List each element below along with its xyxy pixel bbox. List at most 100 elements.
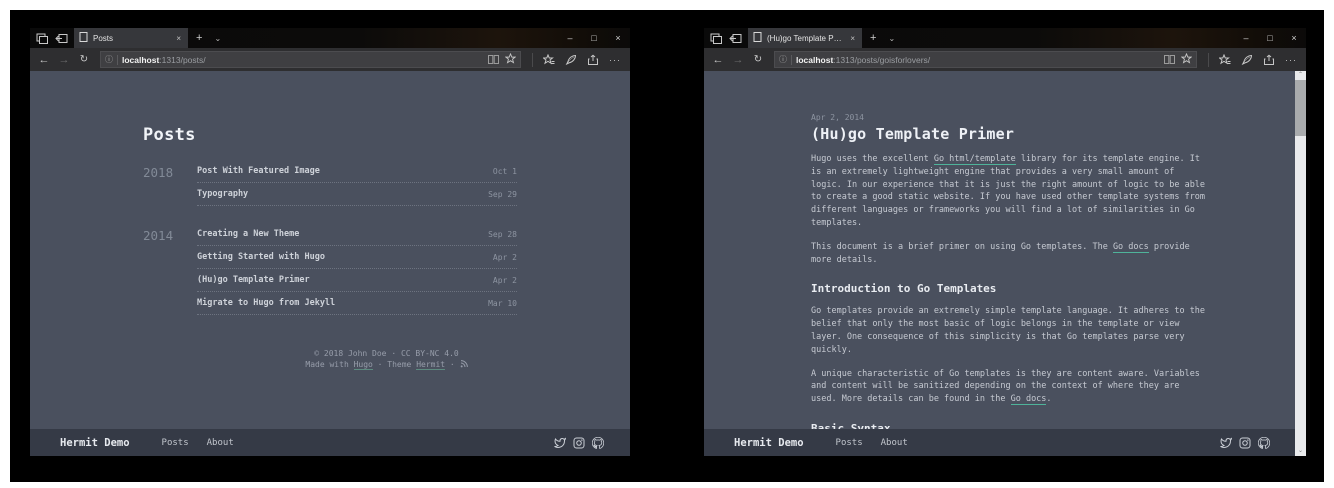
madewith-end: · (445, 360, 455, 369)
browser-tab[interactable]: Posts × (74, 28, 188, 48)
nav-link-about[interactable]: About (207, 438, 234, 448)
page-favicon (79, 32, 88, 44)
section-heading-basic-syntax: Basic Syntax (811, 422, 1207, 429)
go-html-template-link[interactable]: Go html/template (934, 154, 1016, 165)
tab-preview-chevron-icon[interactable]: ⌄ (884, 28, 899, 48)
forward-button[interactable]: → (56, 54, 72, 66)
urlbar-trailing-icons (1164, 51, 1192, 69)
set-tabs-aside-icon[interactable] (55, 33, 68, 44)
share-icon[interactable] (584, 54, 602, 66)
settings-more-icon[interactable]: ··· (606, 55, 624, 65)
toolbar-divider (532, 53, 533, 67)
url-text[interactable]: localhost:1313/posts/ (122, 55, 484, 65)
nav-link-posts[interactable]: Posts (162, 438, 189, 448)
post-date: Oct 1 (493, 167, 517, 176)
refresh-button[interactable]: ↻ (76, 54, 92, 65)
favorite-star-icon[interactable] (1181, 51, 1192, 69)
twitter-icon[interactable] (1220, 437, 1232, 449)
maximize-button[interactable]: □ (582, 28, 606, 48)
post-row[interactable]: Post With Featured Image Oct 1 (197, 160, 517, 183)
scroll-down-icon[interactable]: ⌄ (1298, 447, 1303, 456)
url-path: :1313/posts/goisforlovers/ (833, 55, 930, 65)
toolbar-divider (1208, 53, 1209, 67)
address-bar[interactable]: ⓘ localhost:1313/posts/ (100, 51, 521, 68)
forward-button[interactable]: → (730, 54, 746, 66)
scrollbar-track[interactable] (1295, 80, 1306, 447)
tabs-aside-list-icon[interactable] (36, 33, 48, 44)
post-link[interactable]: Post With Featured Image (197, 166, 320, 176)
close-button[interactable]: × (606, 28, 630, 48)
web-notes-feather-icon[interactable] (1238, 54, 1256, 66)
reading-view-icon[interactable] (1164, 51, 1175, 69)
post-group-2014: 2014 Creating a New Theme Sep 28 Getting… (143, 223, 517, 315)
settings-more-icon[interactable]: ··· (1282, 55, 1300, 65)
post-group-2018: 2018 Post With Featured Image Oct 1 Typo… (143, 160, 517, 206)
article-title: (Hu)go Template Primer (811, 125, 1207, 143)
new-tab-button[interactable]: + (862, 28, 884, 48)
hermit-link[interactable]: Hermit (416, 360, 445, 370)
go-docs-link[interactable]: Go docs (1113, 242, 1149, 253)
hub-favorites-icon[interactable] (1216, 54, 1234, 66)
post-link[interactable]: Getting Started with Hugo (197, 252, 325, 262)
post-link[interactable]: (Hu)go Template Primer (197, 275, 310, 285)
twitter-icon[interactable] (554, 437, 566, 449)
site-brand[interactable]: Hermit Demo (60, 437, 130, 449)
tabs-aside-list-icon[interactable] (710, 33, 722, 44)
url-text[interactable]: localhost:1313/posts/goisforlovers/ (796, 55, 1160, 65)
browser-tab[interactable]: (Hu)go Template Primer × (748, 28, 862, 48)
urlbar-trailing-icons (488, 51, 516, 69)
site-info-icon[interactable]: ⓘ (105, 54, 113, 65)
hugo-link[interactable]: Hugo (354, 360, 373, 370)
instagram-icon[interactable] (573, 437, 585, 449)
back-button[interactable]: ← (710, 54, 726, 66)
go-docs-link[interactable]: Go docs (1011, 394, 1047, 405)
hub-favorites-icon[interactable] (540, 54, 558, 66)
tab-preview-chevron-icon[interactable]: ⌄ (210, 28, 225, 48)
reading-view-icon[interactable] (488, 51, 499, 69)
post-row[interactable]: Creating a New Theme Sep 28 (197, 223, 517, 246)
tab-bar: (Hu)go Template Primer × + ⌄ – □ × (704, 28, 1306, 48)
screenshot-stage: Posts × + ⌄ – □ × ← → ↻ ⓘ localhost:1313… (0, 0, 1334, 488)
post-link[interactable]: Migrate to Hugo from Jekyll (197, 298, 335, 308)
post-date: Apr 2 (493, 253, 517, 262)
minimize-button[interactable]: – (558, 28, 582, 48)
titlebar-drag-area (899, 28, 1234, 48)
nav-link-posts[interactable]: Posts (836, 438, 863, 448)
favorite-star-icon[interactable] (505, 51, 516, 69)
scroll-up-icon[interactable]: ⌃ (1298, 71, 1303, 80)
close-button[interactable]: × (1282, 28, 1306, 48)
nav-link-about[interactable]: About (881, 438, 908, 448)
minimize-button[interactable]: – (1234, 28, 1258, 48)
share-icon[interactable] (1260, 54, 1278, 66)
urlbar-divider (791, 55, 792, 65)
text-segment: Hugo uses the excellent (811, 154, 934, 164)
site-info-icon[interactable]: ⓘ (779, 54, 787, 65)
tab-bar-leading-icons (704, 28, 748, 48)
new-tab-button[interactable]: + (188, 28, 210, 48)
instagram-icon[interactable] (1239, 437, 1251, 449)
back-button[interactable]: ← (36, 54, 52, 66)
github-icon[interactable] (592, 437, 604, 449)
tab-close-icon[interactable]: × (848, 34, 857, 43)
rss-icon[interactable] (460, 360, 468, 371)
tab-close-icon[interactable]: × (174, 34, 183, 43)
github-icon[interactable] (1258, 437, 1270, 449)
site-brand[interactable]: Hermit Demo (734, 437, 804, 449)
browser-window-posts: Posts × + ⌄ – □ × ← → ↻ ⓘ localhost:1313… (30, 28, 630, 456)
scrollbar-thumb[interactable] (1295, 80, 1306, 136)
scrollbar[interactable]: ⌃ ⌄ (1295, 71, 1306, 456)
madewith-mid: · Theme (373, 360, 416, 369)
article-page: Apr 2, 2014 (Hu)go Template Primer Hugo … (704, 71, 1306, 429)
post-link[interactable]: Creating a New Theme (197, 229, 299, 239)
post-row[interactable]: (Hu)go Template Primer Apr 2 (197, 269, 517, 292)
web-notes-feather-icon[interactable] (562, 54, 580, 66)
post-row[interactable]: Getting Started with Hugo Apr 2 (197, 246, 517, 269)
refresh-button[interactable]: ↻ (750, 54, 766, 65)
post-row[interactable]: Typography Sep 29 (197, 183, 517, 206)
post-row[interactable]: Migrate to Hugo from Jekyll Mar 10 (197, 292, 517, 315)
group-year: 2018 (143, 160, 197, 206)
post-link[interactable]: Typography (197, 189, 248, 199)
maximize-button[interactable]: □ (1258, 28, 1282, 48)
set-tabs-aside-icon[interactable] (729, 33, 742, 44)
address-bar[interactable]: ⓘ localhost:1313/posts/goisforlovers/ (774, 51, 1197, 68)
